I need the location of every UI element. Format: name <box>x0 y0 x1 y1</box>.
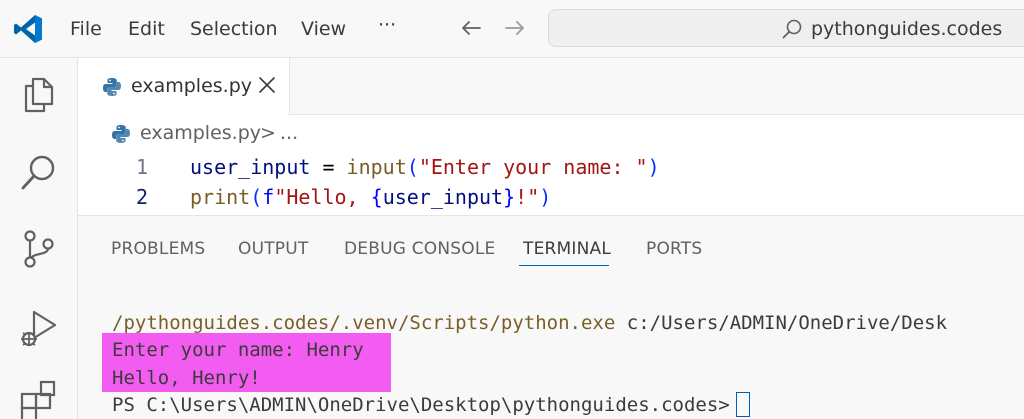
panel-tab-output[interactable]: OUTPUT <box>238 238 309 260</box>
panel-tab-debug-console[interactable]: DEBUG CONSOLE <box>344 238 495 260</box>
active-tab-indicator <box>519 265 609 266</box>
code-token: input <box>346 155 407 179</box>
source-control-icon[interactable] <box>18 228 60 270</box>
terminal-prompt-line[interactable]: PS C:\Users\ADMIN\OneDrive\Desktop\pytho… <box>112 391 750 419</box>
code-token: "Hello, <box>274 185 371 209</box>
code-token: user_input <box>382 185 504 209</box>
breadcrumb-separator: > <box>260 122 276 144</box>
bottom-panel: PROBLEMS OUTPUT DEBUG CONSOLE TERMINAL P… <box>78 215 1024 419</box>
command-center-search[interactable]: pythonguides.codes <box>548 9 1024 47</box>
code-editor[interactable]: examples.py > ... 1 user_input = input("… <box>78 115 1024 215</box>
forward-arrow-icon[interactable] <box>502 14 528 42</box>
editor-tab-bar: examples.py <box>78 58 1024 116</box>
terminal-script-arg: c:/Users/ADMIN/OneDrive/Desk <box>615 312 948 334</box>
code-token: } <box>503 185 516 209</box>
code-token: f <box>262 185 275 209</box>
code-line-1[interactable]: 1 user_input = input("Enter your name: "… <box>78 152 1024 182</box>
code-token: = <box>310 155 347 179</box>
code-token: user_input <box>190 155 311 179</box>
activity-bar <box>0 58 78 419</box>
code-token: ( <box>406 155 419 179</box>
terminal-cursor <box>735 392 750 417</box>
breadcrumb-more[interactable]: ... <box>280 121 298 145</box>
menu-selection[interactable]: Selection <box>190 17 278 41</box>
explorer-icon[interactable] <box>18 74 60 116</box>
python-file-icon <box>103 78 121 96</box>
code-token: print <box>190 185 251 209</box>
menu-file[interactable]: File <box>70 17 102 41</box>
terminal-exe-path: /pythonguides.codes/.venv/Scripts/python… <box>112 312 616 334</box>
panel-tab-ports[interactable]: PORTS <box>646 238 702 260</box>
line-number: 2 <box>135 185 148 209</box>
python-file-icon <box>112 125 130 143</box>
run-debug-icon[interactable] <box>18 308 60 350</box>
code-token: { <box>370 185 383 209</box>
extensions-icon[interactable] <box>18 380 60 419</box>
code-token: !" <box>515 185 540 209</box>
search-text: pythonguides.codes <box>811 18 1003 40</box>
panel-tab-problems[interactable]: PROBLEMS <box>111 238 205 260</box>
back-arrow-icon[interactable] <box>458 14 484 42</box>
title-bar: File Edit Selection View ··· pythonguide… <box>0 0 1024 58</box>
tab-label: examples.py <box>131 75 253 97</box>
search-icon[interactable] <box>18 152 60 194</box>
code-token: ( <box>250 185 263 209</box>
terminal-output-line: Hello, Henry! <box>112 367 261 389</box>
close-icon[interactable] <box>256 74 278 96</box>
code-token: ) <box>647 155 660 179</box>
breadcrumb-file[interactable]: examples.py <box>140 121 261 145</box>
tab-examples-py[interactable]: examples.py <box>78 58 290 116</box>
line-number: 1 <box>135 155 148 179</box>
vscode-logo-icon[interactable] <box>12 13 44 45</box>
code-token: ) <box>539 185 552 209</box>
terminal-output-line: Enter your name: Henry <box>112 339 364 361</box>
code-token: "Enter your name: " <box>418 155 648 179</box>
panel-tab-terminal[interactable]: TERMINAL <box>523 238 611 260</box>
terminal-command-line: /pythonguides.codes/.venv/Scripts/python… <box>112 309 947 337</box>
menu-edit[interactable]: Edit <box>128 17 165 41</box>
code-text: user_input = input("Enter your name: ") <box>190 152 660 182</box>
menu-view[interactable]: View <box>301 17 346 41</box>
code-text: print(f"Hello, {user_input}!") <box>190 182 551 212</box>
menu-more[interactable]: ··· <box>378 13 396 37</box>
terminal-prompt: PS C:\Users\ADMIN\OneDrive\Desktop\pytho… <box>112 394 730 416</box>
search-icon <box>782 19 802 39</box>
code-line-2[interactable]: 2 print(f"Hello, {user_input}!") <box>78 182 1024 212</box>
